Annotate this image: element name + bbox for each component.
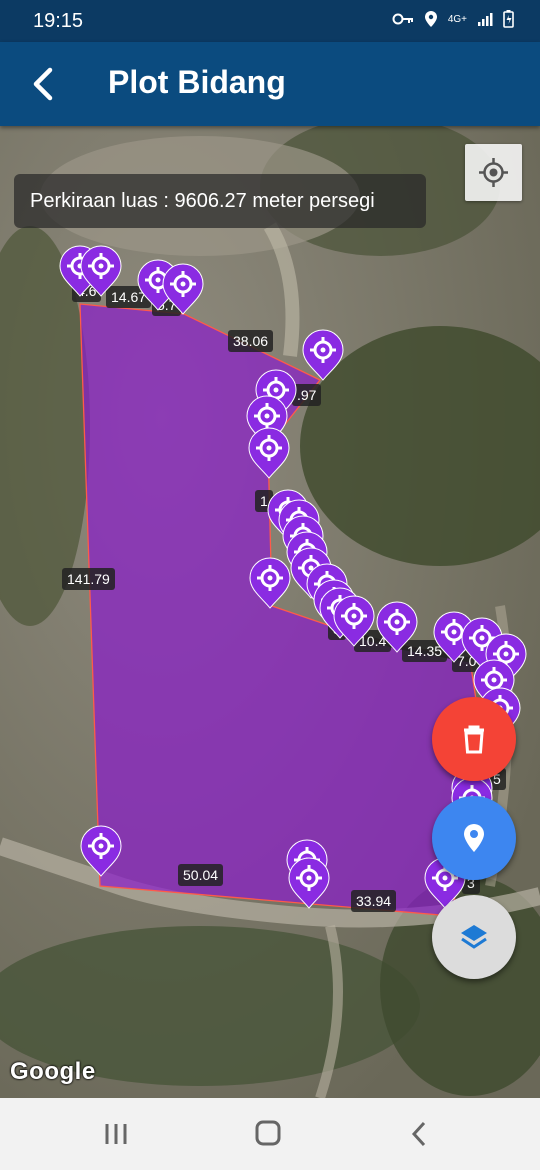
vertex-marker-icon[interactable] bbox=[248, 556, 291, 609]
recent-apps-button[interactable] bbox=[97, 1116, 137, 1152]
system-nav-bar bbox=[0, 1098, 540, 1170]
back-icon bbox=[411, 1121, 426, 1147]
my-location-button[interactable] bbox=[465, 144, 522, 201]
back-button[interactable] bbox=[20, 56, 66, 112]
network-label: 4G+ bbox=[447, 13, 467, 25]
vertex-marker-icon[interactable] bbox=[79, 824, 122, 877]
segment-label: 33.94 bbox=[351, 890, 397, 912]
layers-icon bbox=[461, 925, 487, 949]
crosshair-icon bbox=[479, 158, 508, 187]
trash-icon bbox=[464, 725, 484, 754]
vertex-marker-icon[interactable] bbox=[79, 244, 122, 297]
vertex-marker-icon[interactable] bbox=[287, 856, 330, 909]
vertex-marker-icon[interactable] bbox=[161, 262, 204, 315]
home-button[interactable] bbox=[248, 1116, 288, 1152]
area-estimate-label: Perkiraan luas : 9606.27 meter persegi bbox=[14, 174, 426, 228]
vertex-marker-icon[interactable] bbox=[332, 594, 375, 647]
map-layers-button[interactable] bbox=[432, 895, 516, 979]
recent-apps-icon bbox=[105, 1124, 127, 1144]
vertex-marker-icon[interactable] bbox=[375, 600, 418, 653]
segment-label: 141.79 bbox=[62, 568, 115, 590]
status-icons: 4G+ bbox=[392, 10, 514, 28]
segment-label: 38.06 bbox=[228, 330, 274, 352]
location-icon bbox=[424, 11, 437, 27]
system-back-button[interactable] bbox=[400, 1116, 440, 1152]
back-arrow-icon bbox=[33, 67, 53, 101]
segment-label: 50.04 bbox=[178, 864, 224, 886]
status-time: 19:15 bbox=[33, 10, 84, 32]
status-bar: 19:15 4G+ bbox=[0, 0, 540, 42]
vertex-marker-icon[interactable] bbox=[301, 328, 344, 381]
page-title: Plot Bidang bbox=[108, 64, 286, 100]
battery-icon bbox=[503, 10, 514, 28]
key-icon bbox=[392, 13, 413, 25]
google-logo: Google bbox=[10, 1058, 96, 1085]
add-point-button[interactable] bbox=[432, 796, 516, 880]
signal-icon bbox=[478, 13, 493, 26]
home-icon bbox=[255, 1120, 281, 1146]
location-pin-icon bbox=[464, 824, 484, 852]
vertex-marker-icon[interactable] bbox=[247, 426, 290, 479]
delete-button[interactable] bbox=[432, 697, 516, 781]
app-bar: Plot Bidang bbox=[0, 42, 540, 126]
